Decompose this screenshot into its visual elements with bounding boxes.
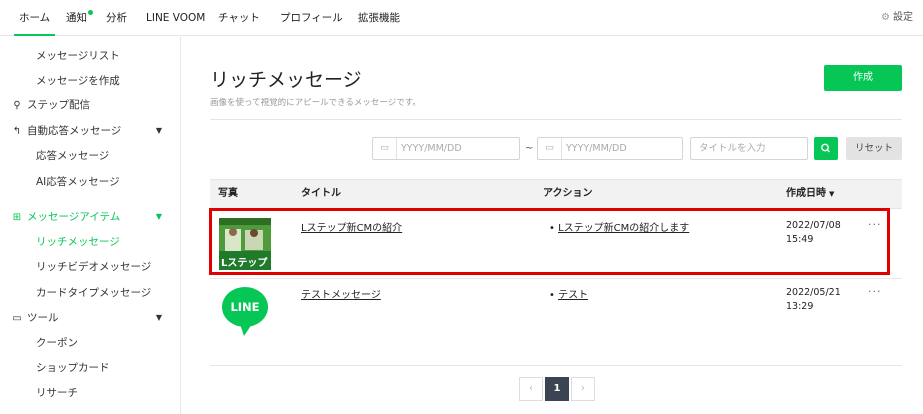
- tab-extensions[interactable]: 拡張機能: [358, 0, 400, 36]
- sidebar-item-label: クーポン: [36, 337, 78, 349]
- auto-reply-icon: ↰: [12, 126, 22, 137]
- message-title-link[interactable]: テストメッセージ: [301, 286, 381, 301]
- sidebar-item-label: ショップカード: [36, 362, 110, 374]
- sidebar-item-reply-message[interactable]: 応答メッセージ: [0, 145, 180, 167]
- sidebar-item-label: ツール: [27, 312, 59, 324]
- sidebar-item-label: メッセージリスト: [36, 50, 120, 62]
- created-date: 2022/05/21 13:29: [786, 286, 841, 314]
- column-header-action: アクション: [543, 188, 593, 199]
- date-from-input[interactable]: [401, 141, 511, 156]
- tab-notifications[interactable]: 通知: [66, 0, 87, 36]
- calendar-icon: ▭: [373, 138, 397, 159]
- notification-dot: [88, 10, 93, 15]
- sidebar-item-message-list[interactable]: メッセージリスト: [0, 45, 180, 67]
- create-button[interactable]: 作成: [824, 65, 902, 91]
- column-header-created-at[interactable]: 作成日時 ▼: [786, 180, 834, 208]
- tool-icon: ▭: [12, 313, 22, 324]
- pagination: ‹ 1 ›: [519, 377, 597, 401]
- sidebar-item-shop-card[interactable]: ショップカード: [0, 357, 180, 379]
- sidebar-item-message-items[interactable]: ⊞ メッセージアイテム ▼: [0, 206, 180, 228]
- sidebar-item-step-delivery[interactable]: ⚲ ステップ配信: [0, 94, 180, 116]
- next-page-button[interactable]: ›: [571, 377, 595, 401]
- created-date-day: 2022/05/21: [786, 287, 841, 298]
- date-range-separator: ~: [525, 143, 534, 154]
- sidebar: メッセージリスト メッセージを作成 ⚲ ステップ配信 ↰ 自動応答メッセージ ▼ 応…: [0, 37, 181, 414]
- created-date-time: 13:29: [786, 301, 814, 312]
- sidebar-item-create-message[interactable]: メッセージを作成: [0, 70, 180, 92]
- tab-line-voom[interactable]: LINE VOOM: [146, 0, 205, 36]
- settings-link[interactable]: ⚙ 設定: [881, 0, 913, 36]
- gear-icon: ⚙: [881, 12, 890, 23]
- prev-page-button[interactable]: ‹: [519, 377, 543, 401]
- sidebar-item-research[interactable]: リサーチ: [0, 382, 180, 404]
- chevron-down-icon: ▼: [155, 212, 162, 221]
- sidebar-item-label: ステップ配信: [27, 99, 90, 111]
- sidebar-item-label: リッチメッセージ: [36, 236, 120, 248]
- sidebar-item-tools[interactable]: ▭ ツール ▼: [0, 307, 180, 329]
- column-header-title: タイトル: [301, 188, 341, 199]
- table-row: LINE テストメッセージ • テスト 2022/05/21 13:29 ···: [210, 278, 902, 368]
- date-to-input[interactable]: [566, 141, 676, 156]
- title-search-input[interactable]: [699, 141, 799, 156]
- search-button[interactable]: [814, 137, 838, 160]
- search-icon: [821, 143, 830, 153]
- calendar-icon: ▭: [538, 138, 562, 159]
- settings-label: 設定: [893, 12, 913, 23]
- line-logo-thumbnail[interactable]: LINE: [220, 284, 270, 338]
- message-item-icon: ⊞: [12, 212, 22, 223]
- column-header-photo: 写真: [218, 188, 238, 199]
- title-search-field[interactable]: [690, 137, 808, 160]
- date-from-field[interactable]: ▭: [372, 137, 520, 160]
- sidebar-item-rich-video-message[interactable]: リッチビデオメッセージ: [0, 256, 180, 278]
- page-number-current[interactable]: 1: [545, 377, 569, 401]
- sidebar-item-ai-reply[interactable]: AI応答メッセージ: [0, 171, 180, 193]
- tab-chat[interactable]: チャット: [218, 0, 260, 36]
- divider: [210, 119, 902, 120]
- date-to-field[interactable]: ▭: [537, 137, 683, 160]
- sidebar-item-auto-reply[interactable]: ↰ 自動応答メッセージ ▼: [0, 120, 180, 142]
- sidebar-item-label: メッセージアイテム: [27, 211, 121, 223]
- column-header-label: 作成日時: [786, 188, 826, 199]
- sidebar-item-rich-message[interactable]: リッチメッセージ: [0, 231, 180, 253]
- tab-analytics[interactable]: 分析: [106, 0, 127, 36]
- more-options-button[interactable]: ···: [868, 285, 882, 298]
- action-item: • テスト: [549, 290, 589, 301]
- sidebar-item-label: メッセージを作成: [36, 75, 120, 87]
- highlight-box: [209, 208, 890, 275]
- reset-button[interactable]: リセット: [846, 137, 902, 160]
- sidebar-item-label: リサーチ: [36, 387, 78, 399]
- sidebar-item-label: リッチビデオメッセージ: [36, 261, 152, 273]
- top-navigation: ホーム 通知 分析 LINE VOOM チャット プロフィール 拡張機能 ⚙ 設定: [0, 0, 923, 36]
- sidebar-item-card-message[interactable]: カードタイプメッセージ: [0, 282, 180, 304]
- line-logo-text: LINE: [230, 300, 260, 314]
- sidebar-item-coupon[interactable]: クーポン: [0, 332, 180, 354]
- chevron-down-icon: ▼: [155, 126, 162, 135]
- table-header: 写真 タイトル アクション 作成日時 ▼: [210, 179, 902, 209]
- page-title: リッチメッセージ: [210, 69, 362, 91]
- tab-profile[interactable]: プロフィール: [280, 0, 343, 36]
- chevron-down-icon: ▼: [155, 313, 162, 322]
- sort-desc-icon: ▼: [829, 190, 835, 198]
- page-description: 画像を使って視覚的にアピールできるメッセージです。: [210, 98, 421, 108]
- step-icon: ⚲: [13, 100, 21, 111]
- tab-home[interactable]: ホーム: [14, 0, 56, 36]
- sidebar-item-label: AI応答メッセージ: [36, 176, 120, 188]
- row-divider: [210, 365, 902, 366]
- sidebar-item-label: カードタイプメッセージ: [36, 287, 152, 299]
- sidebar-item-label: 自動応答メッセージ: [27, 125, 122, 137]
- action-link[interactable]: テスト: [558, 290, 588, 301]
- sidebar-item-label: 応答メッセージ: [36, 150, 110, 162]
